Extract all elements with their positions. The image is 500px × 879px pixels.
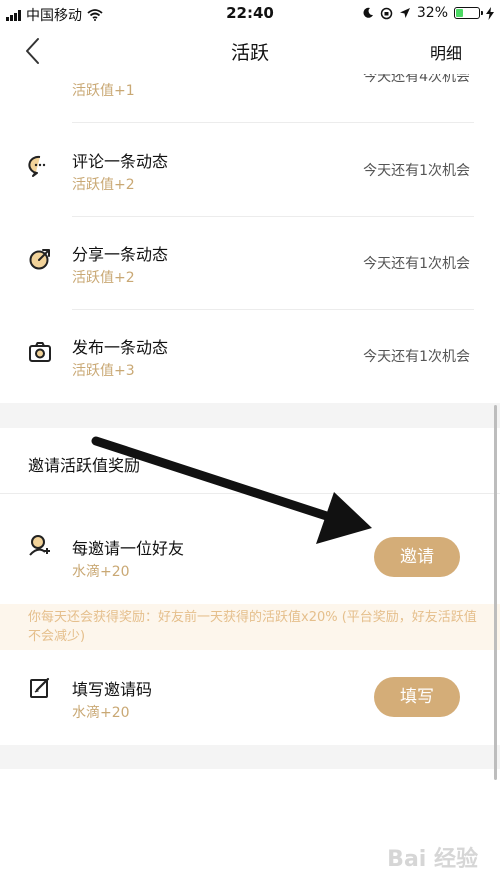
status-right: 32% [362, 5, 494, 21]
invite-title: 每邀请一位好友 [72, 539, 185, 558]
task-title: 评论一条动态 [72, 152, 169, 171]
section-header: 邀请活跃值奖励 [0, 428, 500, 494]
bottom-gap [0, 745, 500, 769]
invite-code-title: 填写邀请码 [72, 680, 153, 699]
task-reward: 活跃值+2 [72, 177, 135, 193]
task-title: 分享一条动态 [72, 245, 169, 264]
task-row[interactable]: 分享一条动态 活跃值+2 今天还有1次机会 [0, 217, 500, 310]
task-reward: 活跃值+3 [72, 363, 135, 379]
moon-icon [363, 7, 373, 18]
orientation-lock-icon [380, 7, 393, 19]
task-title: 发布一条动态 [72, 338, 169, 357]
row-divider [72, 122, 474, 123]
invite-code-row: 填写邀请码 水滴+20 填写 [0, 650, 500, 745]
section-title: 邀请活跃值奖励 [28, 456, 141, 475]
status-bar: 中国移动 22:40 32% [0, 0, 500, 28]
share-icon [29, 249, 50, 270]
task-remaining: 今天还有1次机会 [363, 256, 470, 272]
section-gap [0, 403, 500, 428]
task-reward: 活跃值+2 [72, 270, 135, 286]
scrollbar[interactable] [494, 405, 497, 780]
invite-friend-row: 每邀请一位好友 水滴+20 邀请 [0, 495, 500, 604]
fill-code-button[interactable]: 填写 [374, 677, 460, 717]
task-remaining: 今天还有1次机会 [363, 349, 470, 365]
task-remaining: 今天还有1次机会 [363, 163, 470, 179]
watermark: Bai 经验 [387, 847, 478, 872]
invite-button[interactable]: 邀请 [374, 537, 460, 577]
task-row[interactable]: 评论一条动态 活跃值+2 今天还有1次机会 [0, 124, 500, 217]
nav-bar-foreground: 活跃 明细 [0, 28, 500, 74]
charging-icon [486, 6, 494, 20]
add-user-icon [29, 535, 50, 556]
invite-reward: 水滴+20 [72, 564, 130, 580]
battery-icon [454, 7, 483, 19]
camera-icon [29, 342, 51, 362]
detail-link[interactable]: 明细 [430, 40, 462, 64]
edit-icon [30, 677, 50, 698]
invite-code-reward: 水滴+20 [72, 705, 130, 721]
page-title: 活跃 [230, 42, 269, 64]
battery-percent: 32% [416, 5, 448, 21]
task-row[interactable]: 发布一条动态 活跃值+3 今天还有1次机会 [0, 310, 500, 403]
comment-icon [28, 155, 46, 177]
location-icon [399, 8, 410, 18]
task-reward: 活跃值+1 [72, 83, 135, 99]
reward-notice: 你每天还会获得奖励：好友前一天获得的活跃值x20% (平台奖励，好友活跃值不会减… [0, 604, 500, 650]
